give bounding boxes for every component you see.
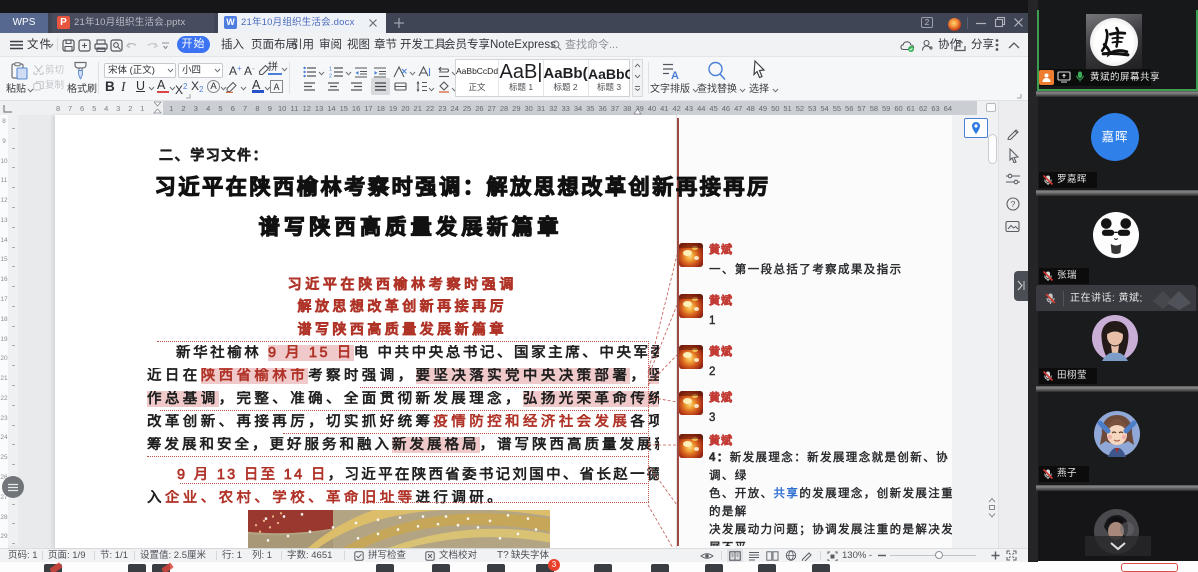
svg-text:2: 2 bbox=[329, 74, 332, 79]
svg-text:1: 1 bbox=[329, 67, 332, 73]
svg-text:A: A bbox=[671, 70, 679, 80]
svg-text:?: ? bbox=[1011, 199, 1016, 209]
